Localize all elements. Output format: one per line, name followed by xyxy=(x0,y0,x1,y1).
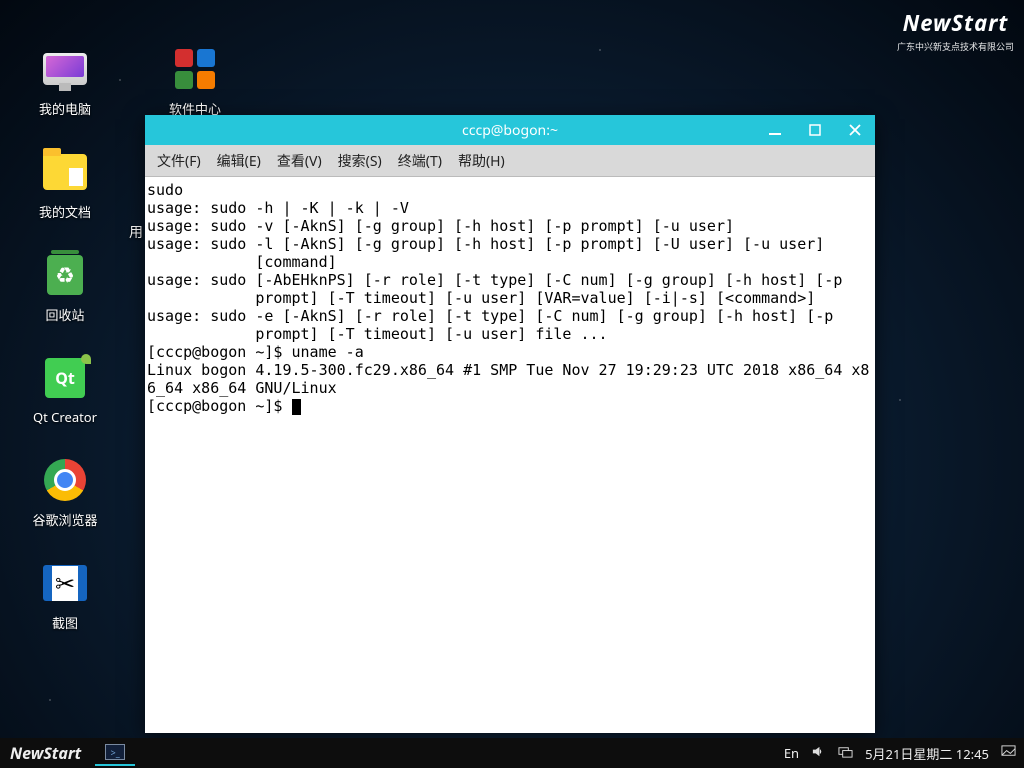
desktop-icon-qt[interactable]: Qt Qt Creator xyxy=(20,354,110,426)
terminal-mini-icon: >_ xyxy=(105,744,125,760)
brand-logo: NewStart 广东中兴新支点技术有限公司 xyxy=(897,8,1014,53)
volume-icon[interactable] xyxy=(811,744,826,763)
brand-sub: 广东中兴新支点技术有限公司 xyxy=(897,40,1014,53)
trash-icon xyxy=(47,255,83,295)
menu-file[interactable]: 文件(F) xyxy=(157,151,201,171)
apps-icon xyxy=(175,49,215,89)
scissors-icon xyxy=(43,565,87,601)
desktop-icon-label: 我的电脑 xyxy=(39,99,91,118)
menu-terminal[interactable]: 终端(T) xyxy=(398,151,442,171)
minimize-button[interactable] xyxy=(755,115,795,145)
terminal-window: cccp@bogon:~ 文件(F) 编辑(E) 查看(V) 搜索(S) 终端(… xyxy=(145,115,875,733)
window-menubar: 文件(F) 编辑(E) 查看(V) 搜索(S) 终端(T) 帮助(H) xyxy=(145,145,875,177)
desktop-icon-label: 回收站 xyxy=(45,305,84,324)
terminal-cursor xyxy=(292,399,301,415)
menu-edit[interactable]: 编辑(E) xyxy=(217,151,261,171)
menu-view[interactable]: 查看(V) xyxy=(277,151,322,171)
monitor-icon xyxy=(43,53,87,85)
desktop-icon-screenshot[interactable]: 截图 xyxy=(20,559,110,632)
network-icon[interactable] xyxy=(838,744,853,763)
taskbar-clock[interactable]: 5月21日星期二 12:45 xyxy=(865,744,989,763)
desktop-icon-apps[interactable]: 软件中心 xyxy=(150,45,240,118)
close-button[interactable] xyxy=(835,115,875,145)
qt-icon: Qt xyxy=(45,358,85,398)
taskbar-item-terminal[interactable]: >_ xyxy=(95,740,135,766)
menu-search[interactable]: 搜索(S) xyxy=(338,151,382,171)
taskbar: NewStart >_ En 5月21日星期二 12:45 xyxy=(0,738,1024,768)
desktop-icon-documents[interactable]: 我的文档 xyxy=(20,148,110,221)
desktop-icon-label: Qt Creator xyxy=(33,408,97,426)
desktop-icon-label: 我的文档 xyxy=(39,202,91,221)
window-titlebar[interactable]: cccp@bogon:~ xyxy=(145,115,875,145)
desktop-icons: 我的电脑 我的文档 回收站 Qt Qt Creator 谷歌浏览器 截图 软件中… xyxy=(20,45,110,632)
window-controls xyxy=(755,115,875,145)
start-button[interactable]: NewStart xyxy=(0,742,91,764)
brand-name: NewStart xyxy=(897,8,1014,38)
desktop-icon-trash[interactable]: 回收站 xyxy=(20,251,110,324)
desktop-icon-label: 截图 xyxy=(52,613,78,632)
desktop-icon-computer[interactable]: 我的电脑 xyxy=(20,45,110,118)
window-title: cccp@bogon:~ xyxy=(462,121,558,140)
show-desktop-icon[interactable] xyxy=(1001,744,1016,763)
folder-icon xyxy=(43,154,87,190)
desktop-icon-chrome[interactable]: 谷歌浏览器 xyxy=(20,456,110,529)
stray-label: 用 xyxy=(129,222,143,242)
terminal-body[interactable]: sudo usage: sudo -h | -K | -k | -V usage… xyxy=(145,177,875,733)
system-tray: En 5月21日星期二 12:45 xyxy=(776,744,1024,763)
desktop-icon-label: 谷歌浏览器 xyxy=(32,510,97,529)
maximize-button[interactable] xyxy=(795,115,835,145)
menu-help[interactable]: 帮助(H) xyxy=(458,151,505,171)
chrome-icon xyxy=(44,459,86,501)
tray-lang[interactable]: En xyxy=(784,744,799,762)
